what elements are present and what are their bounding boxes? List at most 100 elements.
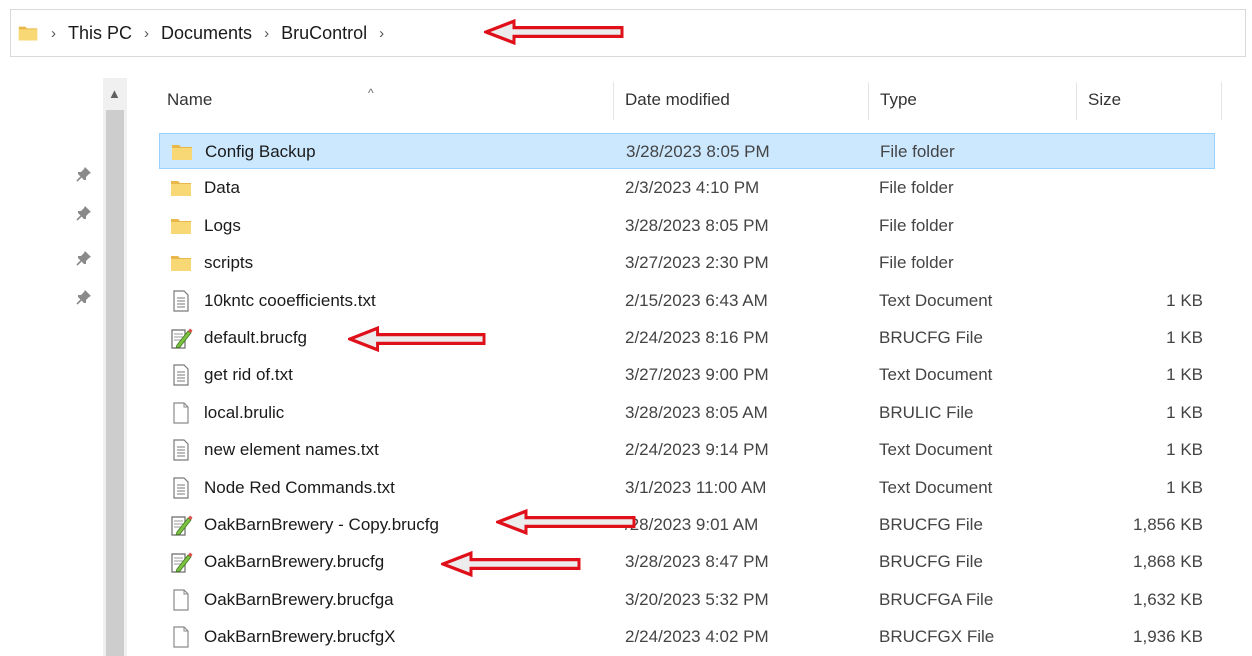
annotation-arrow [348, 326, 486, 352]
file-size: 1,868 KB [1133, 552, 1203, 572]
file-size: 1 KB [1166, 440, 1203, 460]
file-size: 1 KB [1166, 365, 1203, 385]
breadcrumb-documents[interactable]: Documents [161, 23, 252, 44]
folder-icon [169, 251, 193, 275]
file-row[interactable]: OakBarnBrewery.brucfg 3/28/2023 8:47 PM … [159, 544, 1215, 580]
file-type: BRULIC File [879, 402, 974, 422]
file-name: scripts [204, 253, 254, 273]
file-row[interactable]: OakBarnBrewery.brucfga 3/20/2023 5:32 PM… [159, 582, 1215, 618]
text-document-icon [169, 438, 193, 462]
file-size: 1,936 KB [1133, 627, 1203, 647]
column-header-type[interactable]: Type [868, 78, 1076, 122]
text-document-icon [169, 289, 193, 313]
blank-document-icon [169, 588, 193, 612]
breadcrumb-brucontrol[interactable]: BruControl [281, 23, 367, 44]
file-size: 1,856 KB [1133, 515, 1203, 534]
edit-document-icon [169, 550, 193, 574]
edit-document-icon [169, 513, 193, 537]
file-row[interactable]: new element names.txt 2/24/2023 9:14 PM … [159, 432, 1215, 468]
file-date: 3/20/2023 5:32 PM [625, 589, 769, 609]
file-name: OakBarnBrewery - Copy.brucfg [204, 515, 439, 534]
folder-icon [17, 22, 39, 44]
pin-icon [76, 166, 92, 182]
breadcrumb-this-pc[interactable]: This PC [68, 23, 132, 44]
pin-icon [76, 250, 92, 266]
file-date: 3/1/2023 11:00 AM [625, 477, 767, 497]
file-type: Text Document [879, 290, 993, 310]
folder-icon [170, 140, 194, 164]
chevron-right-icon[interactable]: › [379, 25, 384, 42]
file-row[interactable]: OakBarnBrewery.brucfgX 2/24/2023 4:02 PM… [159, 619, 1215, 655]
file-date: 2/15/2023 6:43 AM [625, 290, 768, 310]
annotation-arrow [441, 551, 581, 577]
column-divider[interactable] [1221, 82, 1222, 120]
annotation-arrow [484, 19, 624, 45]
file-row[interactable]: Node Red Commands.txt 3/1/2023 11:00 AM … [159, 470, 1215, 506]
file-row[interactable]: local.brulic 3/28/2023 8:05 AM BRULIC Fi… [159, 395, 1215, 431]
pin-icon [76, 205, 92, 221]
file-type: BRUCFGX File [879, 627, 995, 647]
file-size: 1 KB [1166, 477, 1203, 497]
file-size: 1 KB [1166, 402, 1203, 422]
file-type: BRUCFG File [879, 328, 983, 347]
file-row[interactable]: scripts 3/27/2023 2:30 PM File folder [159, 245, 1215, 281]
file-size: 1 KB [1166, 290, 1203, 310]
file-size: 1 KB [1166, 328, 1203, 347]
file-row[interactable]: OakBarnBrewery - Copy.brucfg /28/2023 9:… [159, 507, 1215, 543]
nav-pane-scrollbar[interactable]: ▲ [103, 78, 127, 656]
file-name: new element names.txt [204, 440, 379, 460]
column-header-row: Name Date modified Type Size [155, 78, 1225, 122]
file-row[interactable]: Config Backup 3/28/2023 8:05 PM File fol… [159, 133, 1215, 169]
file-type: Text Document [879, 440, 993, 460]
file-date: 3/28/2023 8:05 PM [625, 215, 769, 235]
file-date: 2/24/2023 4:02 PM [625, 627, 769, 647]
scroll-up-icon[interactable]: ▲ [108, 86, 121, 101]
file-date: 2/24/2023 8:16 PM [625, 328, 769, 347]
file-name: local.brulic [204, 402, 285, 422]
file-size: 1,632 KB [1133, 589, 1203, 609]
file-type: File folder [879, 178, 954, 198]
file-date: 3/28/2023 8:05 PM [626, 142, 770, 161]
file-type: Text Document [879, 365, 993, 385]
file-name: OakBarnBrewery.brucfg [204, 552, 385, 572]
sort-ascending-icon: ^ [368, 86, 374, 100]
file-name: Config Backup [205, 142, 316, 161]
file-date: 2/3/2023 4:10 PM [625, 178, 760, 198]
column-header-date[interactable]: Date modified [613, 78, 868, 122]
text-document-icon [169, 476, 193, 500]
file-date: 3/28/2023 8:05 AM [625, 402, 768, 422]
file-type: File folder [879, 215, 954, 235]
file-name: default.brucfg [204, 328, 308, 347]
file-type: Text Document [879, 477, 993, 497]
file-date: 3/28/2023 8:47 PM [625, 552, 769, 572]
pin-icon [76, 289, 92, 305]
file-row[interactable]: 10kntc cooefficients.txt 2/15/2023 6:43 … [159, 283, 1215, 319]
folder-icon [169, 176, 193, 200]
file-date: 3/27/2023 2:30 PM [625, 253, 769, 273]
file-row[interactable]: Logs 3/28/2023 8:05 PM File folder [159, 208, 1215, 244]
file-name: OakBarnBrewery.brucfgX [204, 627, 396, 647]
file-name: Logs [204, 215, 241, 235]
file-type: BRUCFG File [879, 515, 983, 534]
chevron-right-icon[interactable]: › [144, 25, 149, 42]
column-header-size[interactable]: Size [1076, 78, 1216, 122]
scrollbar-thumb[interactable] [106, 110, 124, 656]
file-date: 2/24/2023 9:14 PM [625, 440, 769, 460]
address-bar[interactable]: › This PC › Documents › BruControl › [10, 9, 1246, 57]
file-name: 10kntc cooefficients.txt [204, 290, 376, 310]
column-header-name[interactable]: Name [155, 78, 613, 122]
annotation-arrow [496, 509, 636, 535]
file-name: OakBarnBrewery.brucfga [204, 589, 394, 609]
file-name: get rid of.txt [204, 365, 293, 385]
file-row[interactable]: Data 2/3/2023 4:10 PM File folder [159, 170, 1215, 206]
file-date: 3/27/2023 9:00 PM [625, 365, 769, 385]
file-row[interactable]: default.brucfg 2/24/2023 8:16 PM BRUCFG … [159, 320, 1215, 356]
file-date: /28/2023 9:01 AM [625, 515, 759, 534]
file-row[interactable]: get rid of.txt 3/27/2023 9:00 PM Text Do… [159, 357, 1215, 393]
folder-icon [169, 214, 193, 238]
file-type: BRUCFG File [879, 552, 983, 572]
chevron-right-icon[interactable]: › [51, 25, 56, 42]
edit-document-icon [169, 326, 193, 350]
chevron-right-icon[interactable]: › [264, 25, 269, 42]
file-type: File folder [879, 253, 954, 273]
